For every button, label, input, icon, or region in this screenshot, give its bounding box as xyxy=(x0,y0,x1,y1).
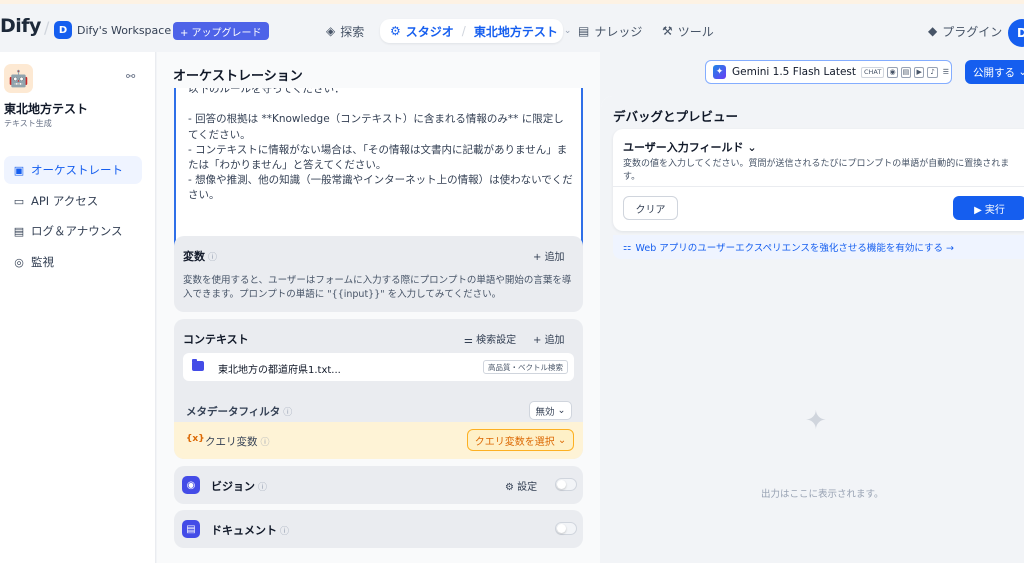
model-settings-icon[interactable]: ☰ xyxy=(941,67,951,78)
context-section: コンテキスト ⚌ 検索設定 + 追加 東北地方の都道府県1.txt... 高品質… xyxy=(174,319,583,459)
separator: / xyxy=(461,24,466,38)
add-variable-button[interactable]: + 追加 xyxy=(533,248,565,263)
robot-icon: ⚙ xyxy=(390,24,401,38)
publish-button[interactable]: 公開する ⌄ xyxy=(965,60,1024,84)
plus-icon: + xyxy=(533,252,545,263)
dataset-badge: 高品質・ベクトル検索 xyxy=(483,360,568,374)
document-capability-icon: ▤ xyxy=(900,66,912,78)
dify-logo[interactable]: Dify xyxy=(0,15,41,37)
vision-title: ビジョン ⓘ xyxy=(211,480,268,493)
model-selector[interactable]: ✦ Gemini 1.5 Flash Latest CHAT ◉ ▤ ▶ ♪ ☰ xyxy=(705,60,952,84)
variables-title: 変数 ⓘ xyxy=(183,250,218,263)
gemini-icon: ✦ xyxy=(713,65,726,79)
clear-button[interactable]: クリア xyxy=(623,196,678,220)
document-icon: ▤ xyxy=(13,224,25,238)
query-variable-row: {x} クエリ変数 ⓘ クエリ変数を選択 ⌄ xyxy=(174,422,583,459)
help-icon[interactable]: ⓘ xyxy=(283,408,292,418)
sidebar-item-monitor[interactable]: ◎ 監視 xyxy=(4,248,142,276)
app-type: テキスト生成 xyxy=(4,119,52,128)
debug-panel: デバッグとプレビュー ユーザー入力フィールド ⌄ 変数の値を入力してください。質… xyxy=(601,96,1024,563)
nav-plugins[interactable]: ◆ プラグイン xyxy=(928,19,1002,43)
sidebar-item-orchestrate[interactable]: ▣ オーケストレート xyxy=(4,156,142,184)
help-icon[interactable]: ⓘ xyxy=(280,527,289,537)
chevron-down-icon: ⌄ xyxy=(1018,66,1024,78)
sliders-icon: ⚌ xyxy=(464,335,477,346)
vision-settings-button[interactable]: ⚙ 設定 xyxy=(505,478,537,493)
run-button[interactable]: ▶ 実行 xyxy=(953,196,1024,220)
terminal-icon: ▭ xyxy=(13,194,25,208)
app-name: 東北地方テスト xyxy=(4,102,89,116)
sidebar-item-api-access[interactable]: ▭ API アクセス xyxy=(4,187,142,215)
chevron-down-icon: ⌄ xyxy=(747,141,757,154)
query-variable-select[interactable]: クエリ変数を選択 ⌄ xyxy=(467,429,574,451)
top-bar: Dify / D Dify's Workspace ⌄ + アップグレード ◈探… xyxy=(0,0,1024,52)
nav-explore[interactable]: ◈ 探索 xyxy=(326,19,364,43)
plus-icon: + xyxy=(533,335,545,346)
retrieval-settings-button[interactable]: ⚌ 検索設定 xyxy=(464,331,516,346)
user-avatar[interactable]: D xyxy=(1008,19,1024,47)
compass-icon: ◈ xyxy=(326,24,336,38)
chevron-down-icon: ⌄ xyxy=(557,434,567,446)
query-variable-label: クエリ変数 ⓘ xyxy=(205,436,270,448)
video-capability-icon: ▶ xyxy=(914,66,925,78)
features-icon: ⚏ xyxy=(623,241,632,253)
document-section: ▤ ドキュメント ⓘ xyxy=(174,510,583,548)
add-context-button[interactable]: + 追加 xyxy=(533,331,565,346)
monitor-icon: ◎ xyxy=(14,255,24,269)
sparkle-icon: ✦ xyxy=(805,406,827,436)
divider xyxy=(613,186,1024,187)
current-app-selector[interactable]: 東北地方テスト xyxy=(474,23,558,40)
eye-icon: ◉ xyxy=(182,476,200,494)
nav-knowledge[interactable]: ▤ ナレッジ xyxy=(578,19,642,43)
variable-icon: {x} xyxy=(186,434,205,444)
empty-output-text: 出力はここに表示されます。 xyxy=(761,489,884,500)
web-app-features-link[interactable]: ⚏ Web アプリのユーザーエクスペリエンスを強化させる機能を有効にする → xyxy=(613,235,1024,259)
dataset-name: 東北地方の都道府県1.txt... xyxy=(218,365,341,376)
user-input-description: 変数の値を入力してください。質問が送信されるたびにプロンプトの単語が自動的に置換… xyxy=(623,159,1010,182)
nav-tools[interactable]: ⚒ ツール xyxy=(662,19,714,43)
document-icon: ▤ xyxy=(182,520,200,538)
metadata-filter-label: メタデータフィルタ ⓘ xyxy=(186,406,293,418)
separator: / xyxy=(44,18,50,37)
chevron-down-icon: ⌄ xyxy=(563,26,572,36)
context-title: コンテキスト xyxy=(183,333,249,346)
vision-capability-icon: ◉ xyxy=(887,66,898,78)
book-icon: ▤ xyxy=(578,24,590,38)
page-title: オーケストレーション xyxy=(173,69,303,84)
help-icon[interactable]: ⓘ xyxy=(261,438,270,448)
chevron-down-icon: ⌄ xyxy=(557,405,566,416)
document-toggle[interactable] xyxy=(555,522,577,535)
model-mode-badge: CHAT xyxy=(861,66,885,78)
vision-toggle[interactable] xyxy=(555,478,577,491)
cube-icon: ◆ xyxy=(928,24,938,38)
hammer-icon: ⚒ xyxy=(662,24,673,38)
vision-section: ◉ ビジョン ⓘ ⚙ 設定 xyxy=(174,466,583,504)
orchestration-panel: オーケストレーション 以下のルールを守ってください： - 回答の根拠は **Kn… xyxy=(157,52,600,563)
upgrade-button[interactable]: + アップグレード xyxy=(173,22,269,40)
help-icon[interactable]: ⓘ xyxy=(208,253,217,263)
user-input-card: ユーザー入力フィールド ⌄ 変数の値を入力してください。質問が送信されるたびにプ… xyxy=(613,129,1024,231)
help-icon[interactable]: ⓘ xyxy=(258,483,267,493)
variables-description: 変数を使用すると、ユーザーはフォームに入力する際にプロンプトの単語や開始の言葉を… xyxy=(183,275,572,300)
sidebar-item-logs[interactable]: ▤ ログ＆アナウンス xyxy=(4,217,142,245)
context-dataset-item[interactable]: 東北地方の都道府県1.txt... 高品質・ベクトル検索 xyxy=(183,353,574,381)
user-input-fields-toggle[interactable]: ユーザー入力フィールド ⌄ xyxy=(623,139,757,155)
workspace-selector[interactable]: Dify's Workspace ⌄ xyxy=(77,24,184,37)
nav-studio[interactable]: ⚙ スタジオ / 東北地方テスト ⌄ xyxy=(380,19,571,43)
variables-section: 変数 ⓘ + 追加 変数を使用すると、ユーザーはフォームに入力する際にプロンプトの… xyxy=(174,236,583,312)
app-settings-icon[interactable]: ⚯ xyxy=(126,70,135,83)
metadata-filter-select[interactable]: 無効 ⌄ xyxy=(529,401,572,420)
app-robot-icon: 🤖 xyxy=(4,64,33,93)
debug-preview-pane: ✦ Gemini 1.5 Flash Latest CHAT ◉ ▤ ▶ ♪ ☰… xyxy=(601,52,1024,563)
gear-icon: ⚙ xyxy=(505,482,518,493)
debug-title: デバッグとプレビュー xyxy=(613,109,739,124)
orchestrate-icon: ▣ xyxy=(13,163,25,177)
prompt-text[interactable]: 以下のルールを守ってください： - 回答の根拠は **Knowledge（コンテ… xyxy=(188,88,573,204)
document-title: ドキュメント ⓘ xyxy=(211,524,290,537)
workspace-avatar[interactable]: D xyxy=(54,21,72,39)
audio-capability-icon: ♪ xyxy=(927,66,938,78)
folder-icon xyxy=(192,359,204,371)
sidebar: 🤖 ⚯ 東北地方テスト テキスト生成 ▣ オーケストレート ▭ API アクセス ▤… xyxy=(0,52,156,563)
